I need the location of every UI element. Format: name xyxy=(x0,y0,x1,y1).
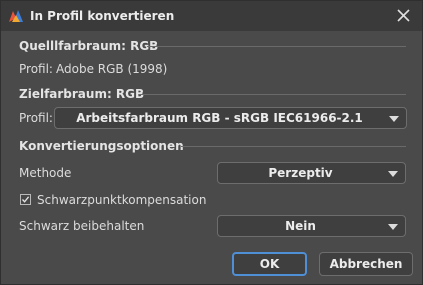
method-value: Perzeptiv xyxy=(268,166,333,180)
chevron-down-icon xyxy=(388,171,398,177)
keep-black-value: Nein xyxy=(285,219,316,233)
method-label: Methode xyxy=(19,166,72,180)
chevron-down-icon xyxy=(388,224,398,230)
source-profile-value: Adobe RGB (1998) xyxy=(56,62,168,76)
close-icon[interactable] xyxy=(392,6,414,26)
keep-black-label: Schwarz beibehalten xyxy=(19,219,145,233)
target-profile-label: Profil: xyxy=(19,111,53,125)
photoshop-app-icon xyxy=(8,9,24,23)
title-bar: In Profil konvertieren xyxy=(1,1,422,31)
section-divider xyxy=(147,46,406,47)
convert-to-profile-dialog: In Profil konvertieren Quelllfarbraum: R… xyxy=(0,0,423,285)
target-space-heading: Zielfarbraum: RGB xyxy=(19,87,145,101)
black-point-compensation-checkbox[interactable] xyxy=(20,194,31,205)
chevron-down-icon xyxy=(389,116,399,122)
source-profile-label: Profil: xyxy=(19,62,53,76)
black-point-compensation-label[interactable]: Schwarzpunktkompensation xyxy=(37,193,206,207)
method-dropdown[interactable]: Perzeptiv xyxy=(217,162,406,184)
section-divider xyxy=(181,146,406,147)
section-divider xyxy=(139,94,406,95)
target-profile-dropdown[interactable]: Arbeitsfarbraum RGB - sRGB IEC61966-2.1 xyxy=(54,107,407,129)
ok-button[interactable]: OK xyxy=(232,252,307,276)
keep-black-dropdown[interactable]: Nein xyxy=(217,215,406,237)
source-space-heading: Quelllfarbraum: RGB xyxy=(19,39,159,53)
dialog-title: In Profil konvertieren xyxy=(30,9,175,23)
target-profile-value: Arbeitsfarbraum RGB - sRGB IEC61966-2.1 xyxy=(76,111,363,125)
conversion-options-heading: Konvertierungsoptionen xyxy=(19,139,184,153)
cancel-button[interactable]: Abbrechen xyxy=(319,252,413,276)
